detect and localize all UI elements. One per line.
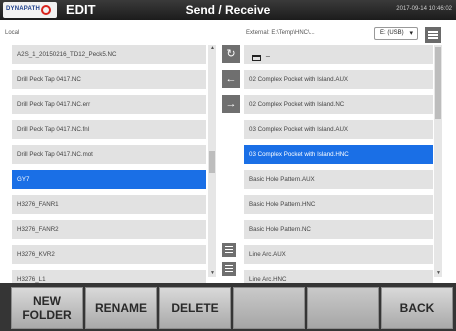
- list-item[interactable]: Basic Hole Pattern.NC: [244, 220, 433, 239]
- list-item[interactable]: H3276_KVR2: [12, 245, 206, 264]
- list-item[interactable]: Drill Peck Tap 0417.NC.fnl: [12, 120, 206, 139]
- rename-button[interactable]: RENAME: [85, 287, 157, 329]
- list-item[interactable]: 03 Complex Pocket with Island.AUX: [244, 120, 433, 139]
- new-folder-button[interactable]: NEW FOLDER: [11, 287, 83, 329]
- list-item[interactable]: Drill Peck Tap 0417.NC: [12, 70, 206, 89]
- folder-icon: [252, 55, 261, 61]
- list-item[interactable]: Line Arc.AUX: [244, 245, 433, 264]
- datetime: 2017-09-14 10:46:02: [396, 6, 452, 12]
- local-label: Local: [5, 30, 20, 36]
- list-item[interactable]: H3276_FANR2: [12, 220, 206, 239]
- scroll-down-icon[interactable]: ▼: [436, 270, 441, 276]
- sort-desc-icon[interactable]: [222, 262, 236, 276]
- top-bar: DYNAPATH EDIT Send / Receive 2017-09-14 …: [0, 0, 456, 20]
- list-item[interactable]: GY7: [12, 170, 206, 189]
- arrow-left-icon[interactable]: ←: [222, 70, 240, 88]
- softkey-4-button[interactable]: [233, 287, 305, 329]
- list-item[interactable]: 03 Complex Pocket with Island.HNC: [244, 145, 433, 164]
- drive-select[interactable]: E: (USB) ▾: [374, 27, 418, 40]
- external-scrollbar-thumb[interactable]: [435, 47, 441, 119]
- local-scrollbar-thumb[interactable]: [209, 151, 215, 173]
- delete-button[interactable]: DELETE: [159, 287, 231, 329]
- sort-icon[interactable]: [222, 243, 236, 257]
- list-item[interactable]: 02 Complex Pocket with Island.AUX: [244, 70, 433, 89]
- parent-folder-label: _: [266, 50, 270, 57]
- list-item[interactable]: H3276_FANR1: [12, 195, 206, 214]
- parent-folder-row[interactable]: _: [244, 45, 433, 64]
- arrow-right-icon[interactable]: →: [222, 95, 240, 113]
- list-item[interactable]: A2S_1_20150216_TD12_Peck5.NC: [12, 45, 206, 64]
- external-scrollbar[interactable]: ▼: [434, 45, 442, 277]
- refresh-icon[interactable]: ↻: [222, 45, 240, 63]
- list-item[interactable]: Basic Hole Pattern.HNC: [244, 195, 433, 214]
- scroll-up-icon[interactable]: ▲: [210, 45, 215, 51]
- softkey-5-button[interactable]: [307, 287, 379, 329]
- page-title: Send / Receive: [185, 3, 271, 17]
- external-path-label: External: E:\Temp\HNC\...: [246, 30, 315, 36]
- chevron-down-icon: ▾: [409, 30, 413, 37]
- back-button[interactable]: BACK: [381, 287, 453, 329]
- menu-icon[interactable]: [425, 27, 441, 43]
- list-item[interactable]: Drill Peck Tap 0417.NC.mot: [12, 145, 206, 164]
- local-scrollbar[interactable]: ▲ ▼: [208, 45, 216, 277]
- drive-select-value: E: (USB): [380, 30, 404, 36]
- list-item[interactable]: Basic Hole Pattern.AUX: [244, 170, 433, 189]
- list-item[interactable]: Drill Peck Tap 0417.NC.err: [12, 95, 206, 114]
- list-item[interactable]: 02 Complex Pocket with Island.NC: [244, 95, 433, 114]
- scroll-down-icon[interactable]: ▼: [210, 270, 215, 276]
